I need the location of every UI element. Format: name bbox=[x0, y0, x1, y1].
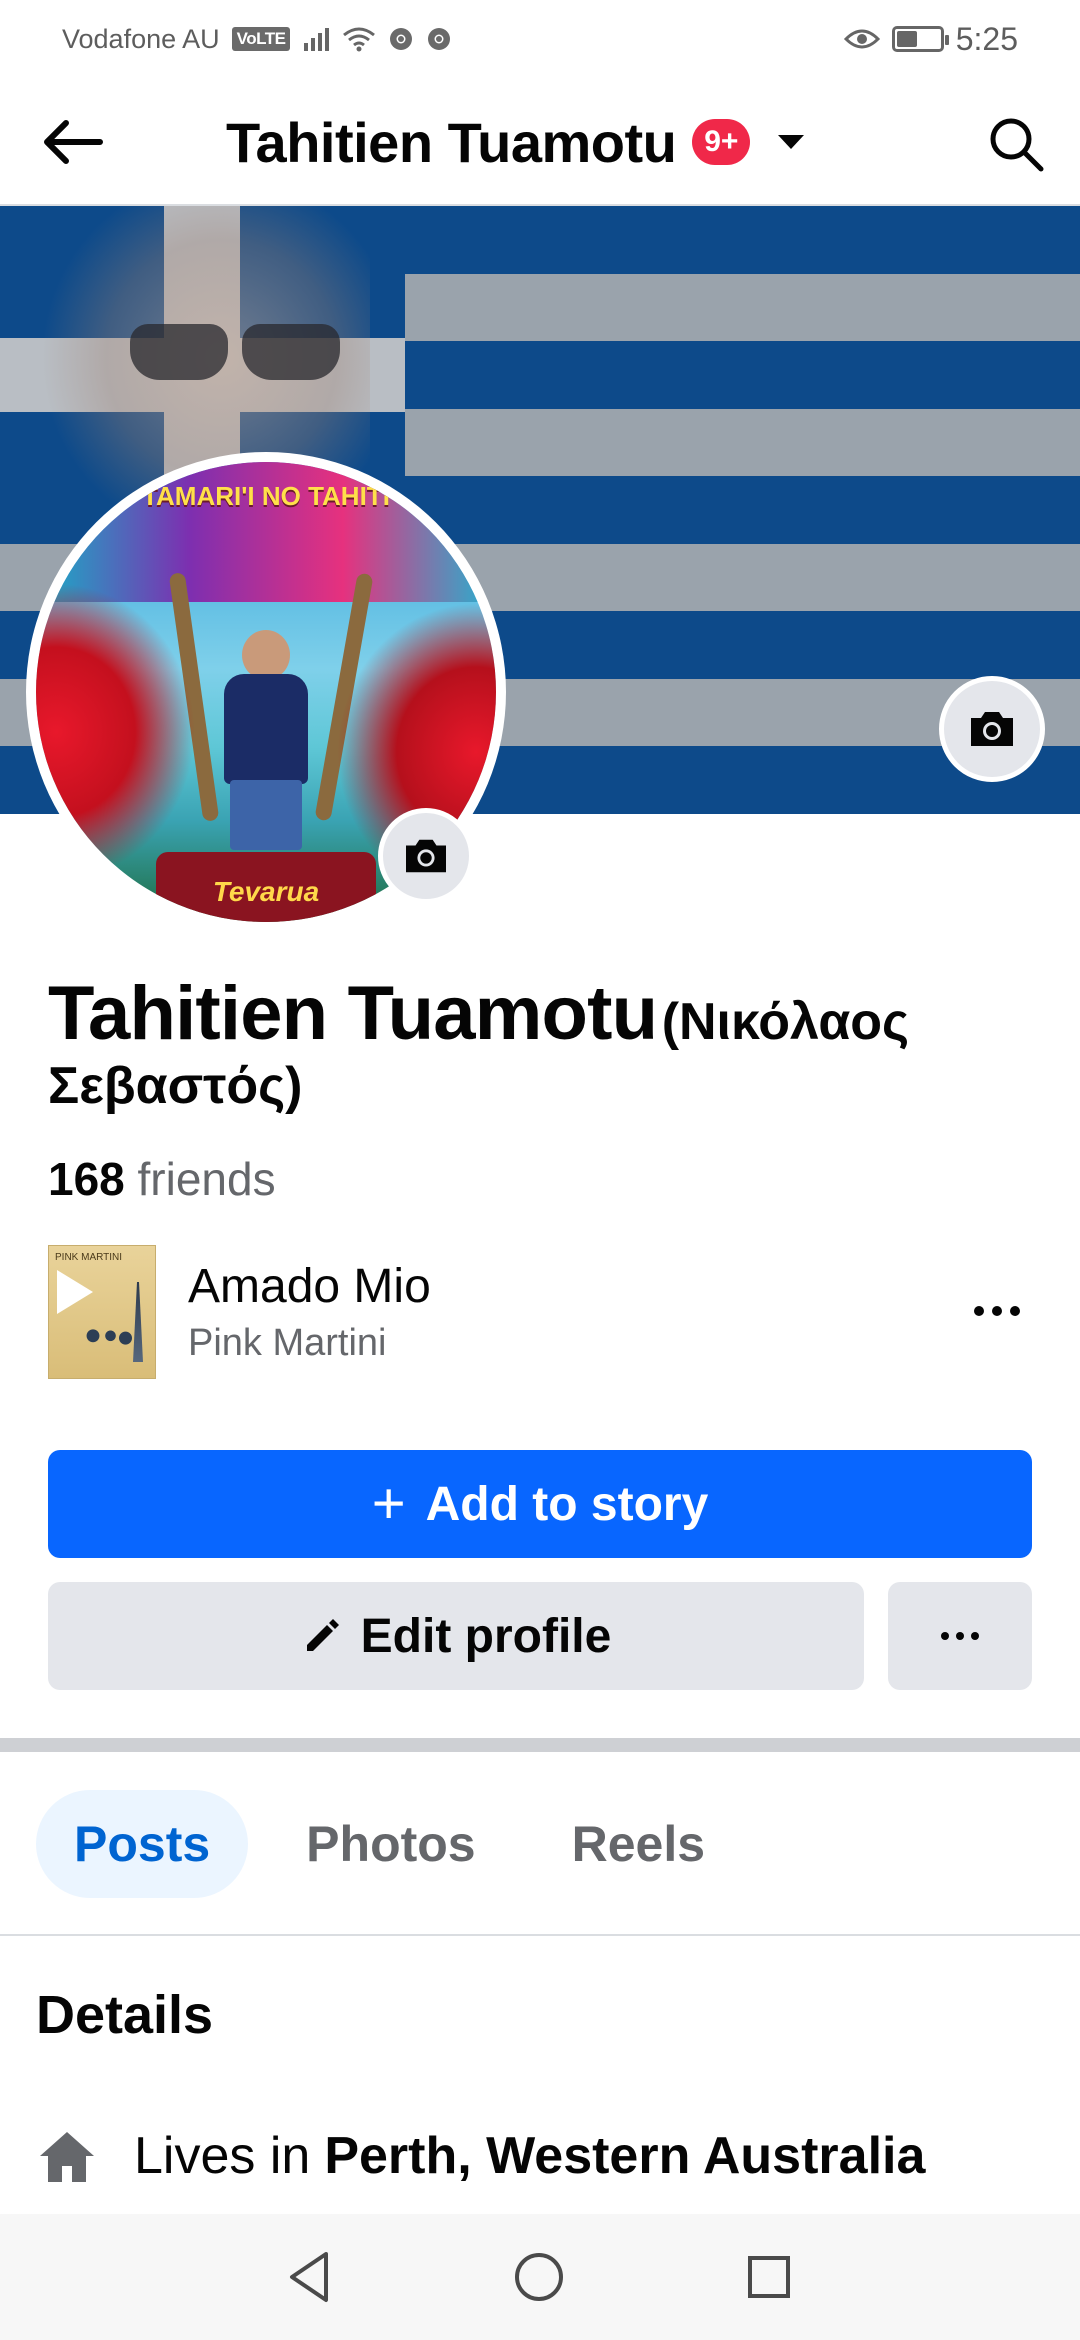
song-artist: Pink Martini bbox=[188, 1322, 387, 1364]
tab-posts[interactable]: Posts bbox=[36, 1790, 249, 1898]
profile-music[interactable]: PINK MARTINI Amado Mio Pink Martini bbox=[48, 1244, 1038, 1380]
back-button[interactable] bbox=[36, 110, 108, 174]
chevron-down-icon bbox=[778, 135, 805, 149]
person-body bbox=[224, 674, 308, 784]
eiffel-tower-graphic bbox=[133, 1282, 143, 1362]
friends-number: 168 bbox=[48, 1153, 125, 1205]
wifi-icon bbox=[343, 27, 376, 52]
more-dot bbox=[956, 1632, 964, 1640]
person-legs bbox=[230, 780, 302, 850]
nav-back-button[interactable] bbox=[276, 2244, 342, 2310]
more-dot bbox=[992, 1306, 1002, 1316]
more-dot bbox=[1010, 1306, 1020, 1316]
battery-icon bbox=[891, 26, 949, 52]
volte-icon: VoLTE bbox=[231, 27, 291, 51]
triangle-back-icon bbox=[290, 2252, 328, 2302]
song-title: Amado Mio bbox=[188, 1260, 431, 1313]
avatar-banner-text: TAMARI'I NO TAHITI bbox=[142, 481, 390, 511]
add-to-story-button[interactable]: + Add to story bbox=[48, 1450, 1032, 1558]
play-icon bbox=[57, 1270, 93, 1314]
friends-count[interactable]: 168 friends bbox=[48, 1152, 276, 1206]
lens bbox=[130, 324, 228, 380]
camera-icon bbox=[406, 839, 446, 873]
status-right: 5:25 bbox=[843, 20, 1018, 58]
children-graphic bbox=[83, 1322, 133, 1368]
cover-sunglasses bbox=[130, 324, 340, 380]
lens bbox=[242, 324, 340, 380]
header-title: Tahitien Tuamotu bbox=[226, 110, 677, 174]
tab-reels[interactable]: Reels bbox=[534, 1790, 743, 1898]
music-options-button[interactable] bbox=[962, 1288, 1032, 1334]
chrome-icon bbox=[390, 28, 413, 50]
eye-icon bbox=[843, 29, 880, 49]
signal-icon bbox=[304, 28, 330, 51]
arrow-left-icon bbox=[44, 120, 103, 164]
search-button[interactable] bbox=[980, 108, 1052, 180]
profile-name-main: Tahitien Tuamotu bbox=[48, 971, 658, 1056]
search-icon bbox=[990, 118, 1044, 172]
music-info: Amado Mio Pink Martini bbox=[188, 1259, 431, 1365]
home-icon bbox=[40, 2132, 94, 2182]
square-recents-icon bbox=[748, 2256, 790, 2298]
lives-in-prefix: Lives in bbox=[134, 2127, 311, 2185]
battery-fill bbox=[896, 31, 917, 47]
system-navigation-bar bbox=[0, 2214, 1080, 2340]
album-art[interactable]: PINK MARTINI bbox=[48, 1245, 156, 1379]
clock: 5:25 bbox=[955, 20, 1018, 57]
status-bar: Vodafone AU VoLTE 5:25 bbox=[0, 0, 1080, 78]
edit-profile-label: Edit profile bbox=[360, 1609, 612, 1663]
friends-label: friends bbox=[137, 1153, 276, 1205]
album-art-text: PINK MARTINI bbox=[55, 1252, 123, 1263]
edit-profile-picture-button[interactable] bbox=[378, 808, 474, 904]
edit-profile-button[interactable]: Edit profile bbox=[48, 1582, 864, 1690]
top-header: Tahitien Tuamotu 9+ bbox=[0, 78, 1080, 206]
pencil-icon bbox=[306, 1619, 339, 1651]
carrier-label: Vodafone AU bbox=[62, 23, 220, 54]
details-heading: Details bbox=[36, 1985, 214, 2045]
profile-more-button[interactable] bbox=[888, 1582, 1032, 1690]
more-horizontal-icon bbox=[974, 1306, 984, 1316]
plus-icon: + bbox=[371, 1471, 406, 1536]
edit-cover-button[interactable] bbox=[939, 676, 1045, 782]
chrome-icon-2 bbox=[428, 28, 451, 50]
camera-icon bbox=[971, 712, 1013, 746]
profile-name: Tahitien Tuamotu (Νικόλαος Σεβαστός) bbox=[48, 972, 1048, 1116]
status-left: Vodafone AU VoLTE bbox=[62, 24, 452, 55]
nav-recents-button[interactable] bbox=[736, 2244, 802, 2310]
more-horizontal-icon bbox=[941, 1632, 949, 1640]
tab-photos[interactable]: Photos bbox=[268, 1790, 513, 1898]
lives-in-place[interactable]: Perth, Western Australia bbox=[324, 2126, 925, 2186]
more-dot bbox=[971, 1632, 979, 1640]
circle-home-icon bbox=[515, 2253, 563, 2301]
details-lives-in[interactable]: Lives in Perth, Western Australia bbox=[36, 2126, 925, 2186]
add-to-story-label: Add to story bbox=[425, 1477, 709, 1531]
notification-badge: 9+ bbox=[692, 119, 751, 165]
profile-tabs: Posts Photos Reels bbox=[36, 1790, 743, 1898]
section-divider bbox=[0, 1738, 1080, 1752]
nav-home-button[interactable] bbox=[506, 2244, 572, 2310]
tabs-divider bbox=[0, 1934, 1080, 1936]
profile-switcher[interactable]: Tahitien Tuamotu 9+ bbox=[226, 106, 805, 178]
person-head bbox=[242, 630, 290, 680]
red-foliage-left bbox=[36, 582, 196, 882]
